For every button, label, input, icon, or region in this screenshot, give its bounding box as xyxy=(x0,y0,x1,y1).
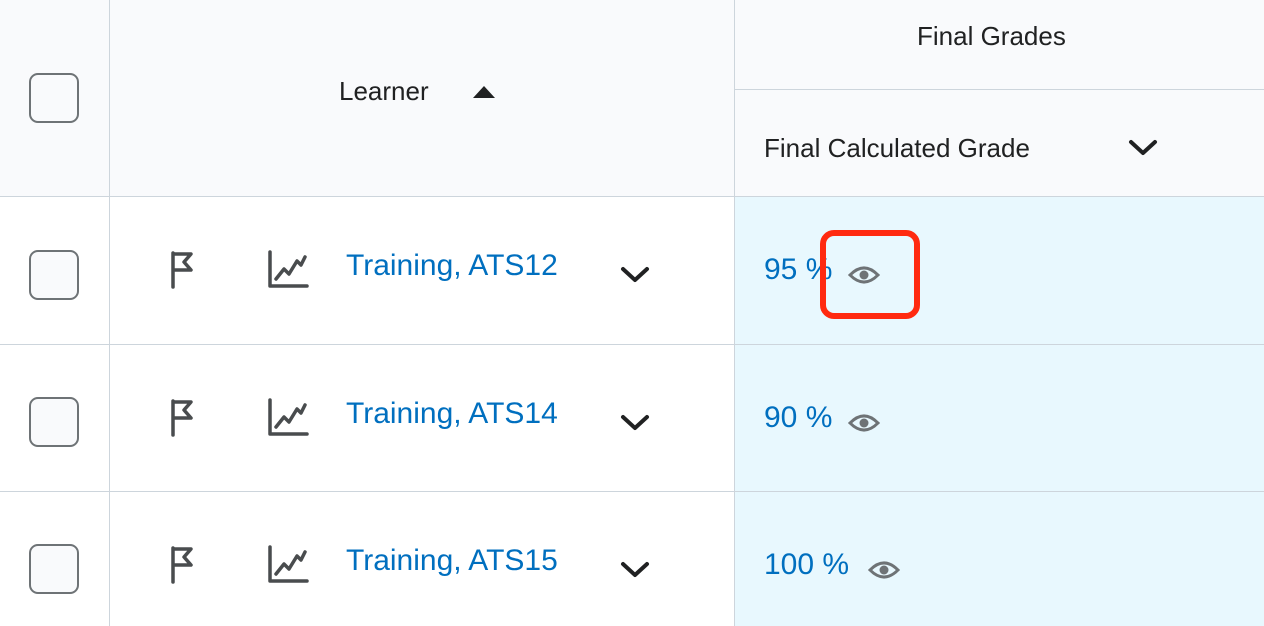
chevron-down-icon[interactable] xyxy=(620,265,650,285)
flag-icon[interactable] xyxy=(169,397,195,437)
select-all-checkbox[interactable] xyxy=(29,73,79,123)
chevron-down-icon[interactable] xyxy=(1128,138,1158,158)
row-learner-cell: Training, ATS15 xyxy=(110,492,735,626)
row-learner-cell: Training, ATS14 xyxy=(110,345,735,492)
learner-name-link[interactable]: Training, ATS12 xyxy=(346,249,558,283)
header-final-grades-group: Final Grades xyxy=(735,0,1264,90)
row-checkbox[interactable] xyxy=(29,544,79,594)
line-chart-icon[interactable] xyxy=(267,544,309,584)
flag-icon[interactable] xyxy=(169,249,195,289)
eye-icon[interactable] xyxy=(848,264,880,286)
grade-value[interactable]: 90 % xyxy=(764,401,832,435)
line-chart-icon[interactable] xyxy=(267,249,309,289)
row-learner-cell: Training, ATS12 xyxy=(110,197,735,345)
flag-icon[interactable] xyxy=(169,544,195,584)
row-grade-cell: 90 % xyxy=(735,345,1264,492)
sort-ascending-icon[interactable] xyxy=(471,83,497,99)
row-select-cell xyxy=(0,345,110,492)
row-grade-cell: 100 % xyxy=(735,492,1264,626)
chevron-down-icon[interactable] xyxy=(620,413,650,433)
final-grades-group-label: Final Grades xyxy=(917,21,1066,51)
grade-value[interactable]: 100 % xyxy=(764,548,849,582)
learner-name-link[interactable]: Training, ATS14 xyxy=(346,397,558,431)
row-select-cell xyxy=(0,197,110,345)
header-select-cell xyxy=(0,0,110,197)
line-chart-icon[interactable] xyxy=(267,397,309,437)
chevron-down-icon[interactable] xyxy=(620,560,650,580)
learner-name-link[interactable]: Training, ATS15 xyxy=(346,544,558,578)
eye-icon[interactable] xyxy=(848,412,880,434)
eye-icon[interactable] xyxy=(868,559,900,581)
row-select-cell xyxy=(0,492,110,626)
grade-value[interactable]: 95 % xyxy=(764,253,832,287)
row-checkbox[interactable] xyxy=(29,250,79,300)
grades-table: Learner Final Grades Final Calculated Gr… xyxy=(0,0,1264,626)
final-calculated-grade-header[interactable]: Final Calculated Grade xyxy=(764,133,1030,164)
header-final-calculated-grade-cell: Final Calculated Grade xyxy=(735,90,1264,197)
learner-column-header[interactable]: Learner xyxy=(339,76,429,107)
header-learner-cell: Learner xyxy=(110,0,735,197)
row-checkbox[interactable] xyxy=(29,397,79,447)
row-grade-cell: 95 % xyxy=(735,197,1264,345)
